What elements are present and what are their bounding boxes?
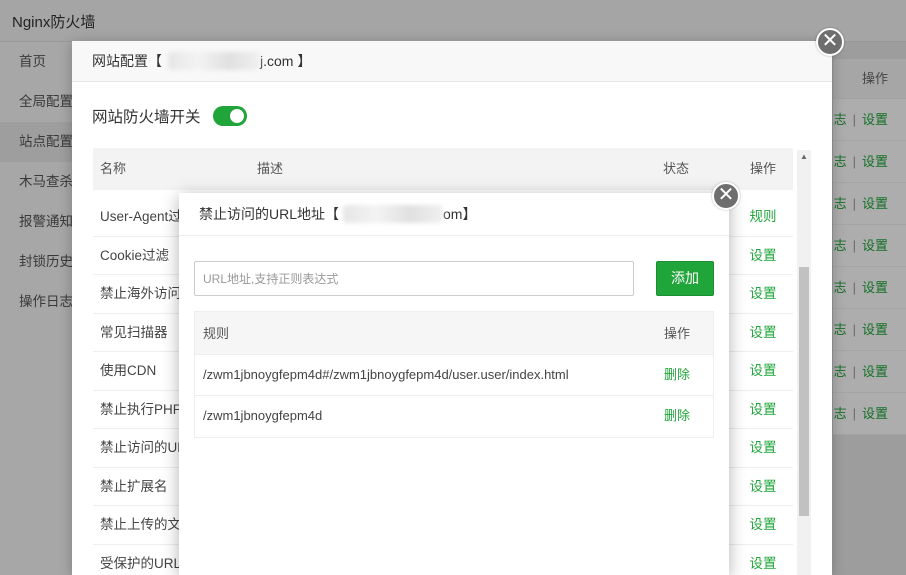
url-rule-text: /zwm1jbnoygfepm4d <box>203 408 323 423</box>
title-suffix: om】 <box>443 206 477 222</box>
delete-link[interactable]: 删除 <box>641 355 713 395</box>
column-op: 操作 <box>663 326 690 341</box>
title-suffix: j.com 】 <box>260 53 312 69</box>
column-name: 名称 <box>100 161 127 176</box>
scroll-up-icon[interactable]: ▲ <box>797 150 811 164</box>
settings-link[interactable]: 设置 <box>733 352 793 390</box>
url-rules-header: 规则 操作 <box>195 312 713 355</box>
firewall-switch-row: 网站防火墙开关 <box>92 105 247 127</box>
firewall-switch-toggle[interactable] <box>212 106 247 126</box>
settings-link[interactable]: 设置 <box>733 275 793 313</box>
column-rule: 规则 <box>203 326 230 341</box>
settings-link[interactable]: 设置 <box>733 468 793 506</box>
table-row: /zwm1jbnoygfepm4d 删除 <box>195 396 713 437</box>
url-rule-text: /zwm1jbnoygfepm4d#/zwm1jbnoygfepm4d/user… <box>203 367 569 382</box>
settings-link[interactable]: 设置 <box>733 391 793 429</box>
scrollbar-thumb[interactable] <box>799 267 809 516</box>
table-row: /zwm1jbnoygfepm4d#/zwm1jbnoygfepm4d/user… <box>195 355 713 396</box>
settings-link[interactable]: 设置 <box>733 545 793 575</box>
close-site-config-icon[interactable]: ✕ <box>816 28 844 56</box>
url-rules-table: 规则 操作 /zwm1jbnoygfepm4d#/zwm1jbnoygfepm4… <box>194 311 714 438</box>
site-config-modal-title: 网站配置【 j.com 】 <box>72 41 832 82</box>
rules-link[interactable]: 规则 <box>733 198 793 236</box>
redacted-domain <box>168 51 260 70</box>
vertical-scrollbar[interactable]: ▲ <box>797 150 811 575</box>
column-desc: 描述 <box>257 161 284 176</box>
blocked-url-modal: 禁止访问的URL地址【 om】 添加 规则 操作 /zwm1jbnoygfepm4… <box>179 193 729 575</box>
title-prefix: 禁止访问的URL地址【 <box>199 206 340 222</box>
url-input[interactable] <box>194 261 634 296</box>
column-op: 操作 <box>749 161 776 176</box>
redacted-domain <box>343 204 444 223</box>
rules-table-header: 名称 描述 状态 操作 <box>93 148 793 190</box>
settings-link[interactable]: 设置 <box>733 429 793 467</box>
close-blocked-url-icon[interactable]: ✕ <box>712 182 740 210</box>
settings-link[interactable]: 设置 <box>733 506 793 544</box>
settings-link[interactable]: 设置 <box>733 314 793 352</box>
blocked-url-modal-title: 禁止访问的URL地址【 om】 <box>179 193 729 236</box>
settings-link[interactable]: 设置 <box>733 237 793 275</box>
delete-link[interactable]: 删除 <box>641 396 713 437</box>
firewall-switch-label: 网站防火墙开关 <box>92 109 201 126</box>
title-prefix: 网站配置【 <box>92 53 162 69</box>
add-button[interactable]: 添加 <box>656 261 714 296</box>
